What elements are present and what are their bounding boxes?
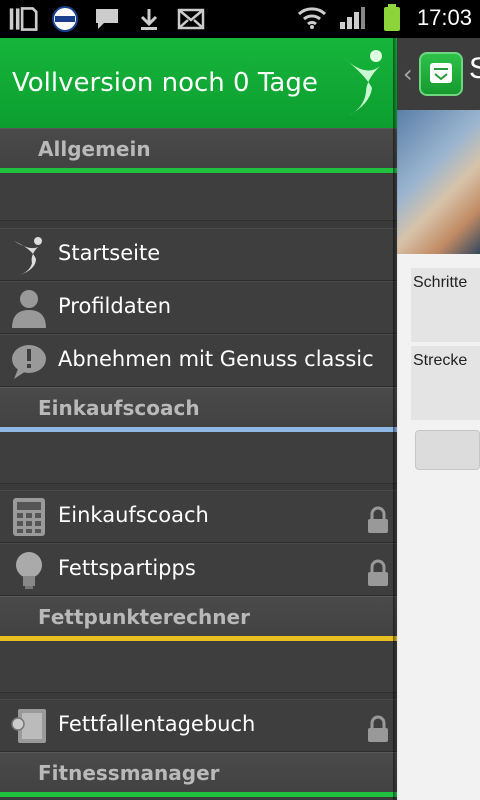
app-icon [419,52,463,96]
lock-icon [368,559,388,586]
drawer-header: Vollversion noch 0 Tage [0,38,397,128]
background-app-panel[interactable]: ‹ S Schritte Strecke [397,38,480,800]
screen: 17:03 ‹ S Schritte Strecke Vollversion n… [0,0,480,800]
soccer-club-icon [50,5,80,33]
navigation-drawer: Vollversion noch 0 Tage Allgemein Starts… [0,38,397,800]
lock-icon [368,506,388,533]
distance-label: Strecke [413,352,468,369]
runner-photo [397,110,480,254]
section-header-allgemein: Allgemein [0,128,397,173]
drawer-item-label: Profildaten [58,294,172,318]
steps-label: Schritte [413,274,468,291]
drawer-edge-shadow [393,38,398,800]
section-header-einkaufscoach: Einkaufscoach [0,387,397,432]
battery-icon [377,4,407,32]
download-icon [134,5,164,33]
wifi-icon [297,4,327,32]
drawer-item-abnehmen-classic[interactable]: Abnehmen mit Genuss classic [0,334,397,387]
section-spacer [0,173,397,221]
section-spacer [0,641,397,693]
section-label: Fitnessmanager [38,761,220,785]
drawer-item-label: Startseite [58,241,161,265]
section-label: Einkaufscoach [38,396,200,420]
drawer-item-label: Abnehmen mit Genuss classic [58,347,374,371]
section-header-fitnessmanager: Fitnessmanager [0,752,397,797]
sim-card-icon [8,5,38,33]
person-icon [12,290,46,328]
chevron-left-icon[interactable]: ‹ [403,60,413,88]
chat-bubble-icon [92,5,122,33]
drawer-item-label: Einkaufscoach [58,503,209,527]
drawer-item-label: Fettfallentagebuch [58,712,256,736]
status-bar-notifications [8,5,206,33]
section-divider [0,792,397,797]
lock-icon [368,715,388,742]
mail-icon [176,5,206,33]
runner-logo-icon [344,50,382,116]
background-app-title: S [469,52,480,85]
background-app-button[interactable] [415,430,480,470]
calculator-icon [13,498,45,536]
drawer-item-label: Fettspartipps [58,556,196,580]
background-app-actionbar: ‹ S [397,38,480,110]
distance-field[interactable]: Strecke [411,346,480,420]
lightbulb-icon [16,552,42,589]
trial-status-title: Vollversion noch 0 Tage [12,68,318,98]
section-header-fettpunkterechner: Fettpunkterechner [0,596,397,641]
section-spacer [0,432,397,484]
clock: 17:03 [416,5,472,30]
signal-icon [337,4,367,32]
drawer-item-einkaufscoach[interactable]: Einkaufscoach [0,490,397,543]
steps-field[interactable]: Schritte [411,268,480,342]
speech-exclamation-icon [12,345,46,379]
section-label: Fettpunkterechner [38,605,250,629]
section-label: Allgemein [38,137,151,161]
drawer-item-profildaten[interactable]: Profildaten [0,281,397,334]
runner-icon [14,237,42,275]
notebook-icon [11,709,46,743]
status-bar-system: 17:03 [297,4,472,32]
status-bar: 17:03 [0,0,480,38]
drawer-item-fettfallentagebuch[interactable]: Fettfallentagebuch [0,699,397,752]
drawer-item-fettspartipps[interactable]: Fettspartipps [0,543,397,596]
drawer-item-startseite[interactable]: Startseite [0,228,397,281]
